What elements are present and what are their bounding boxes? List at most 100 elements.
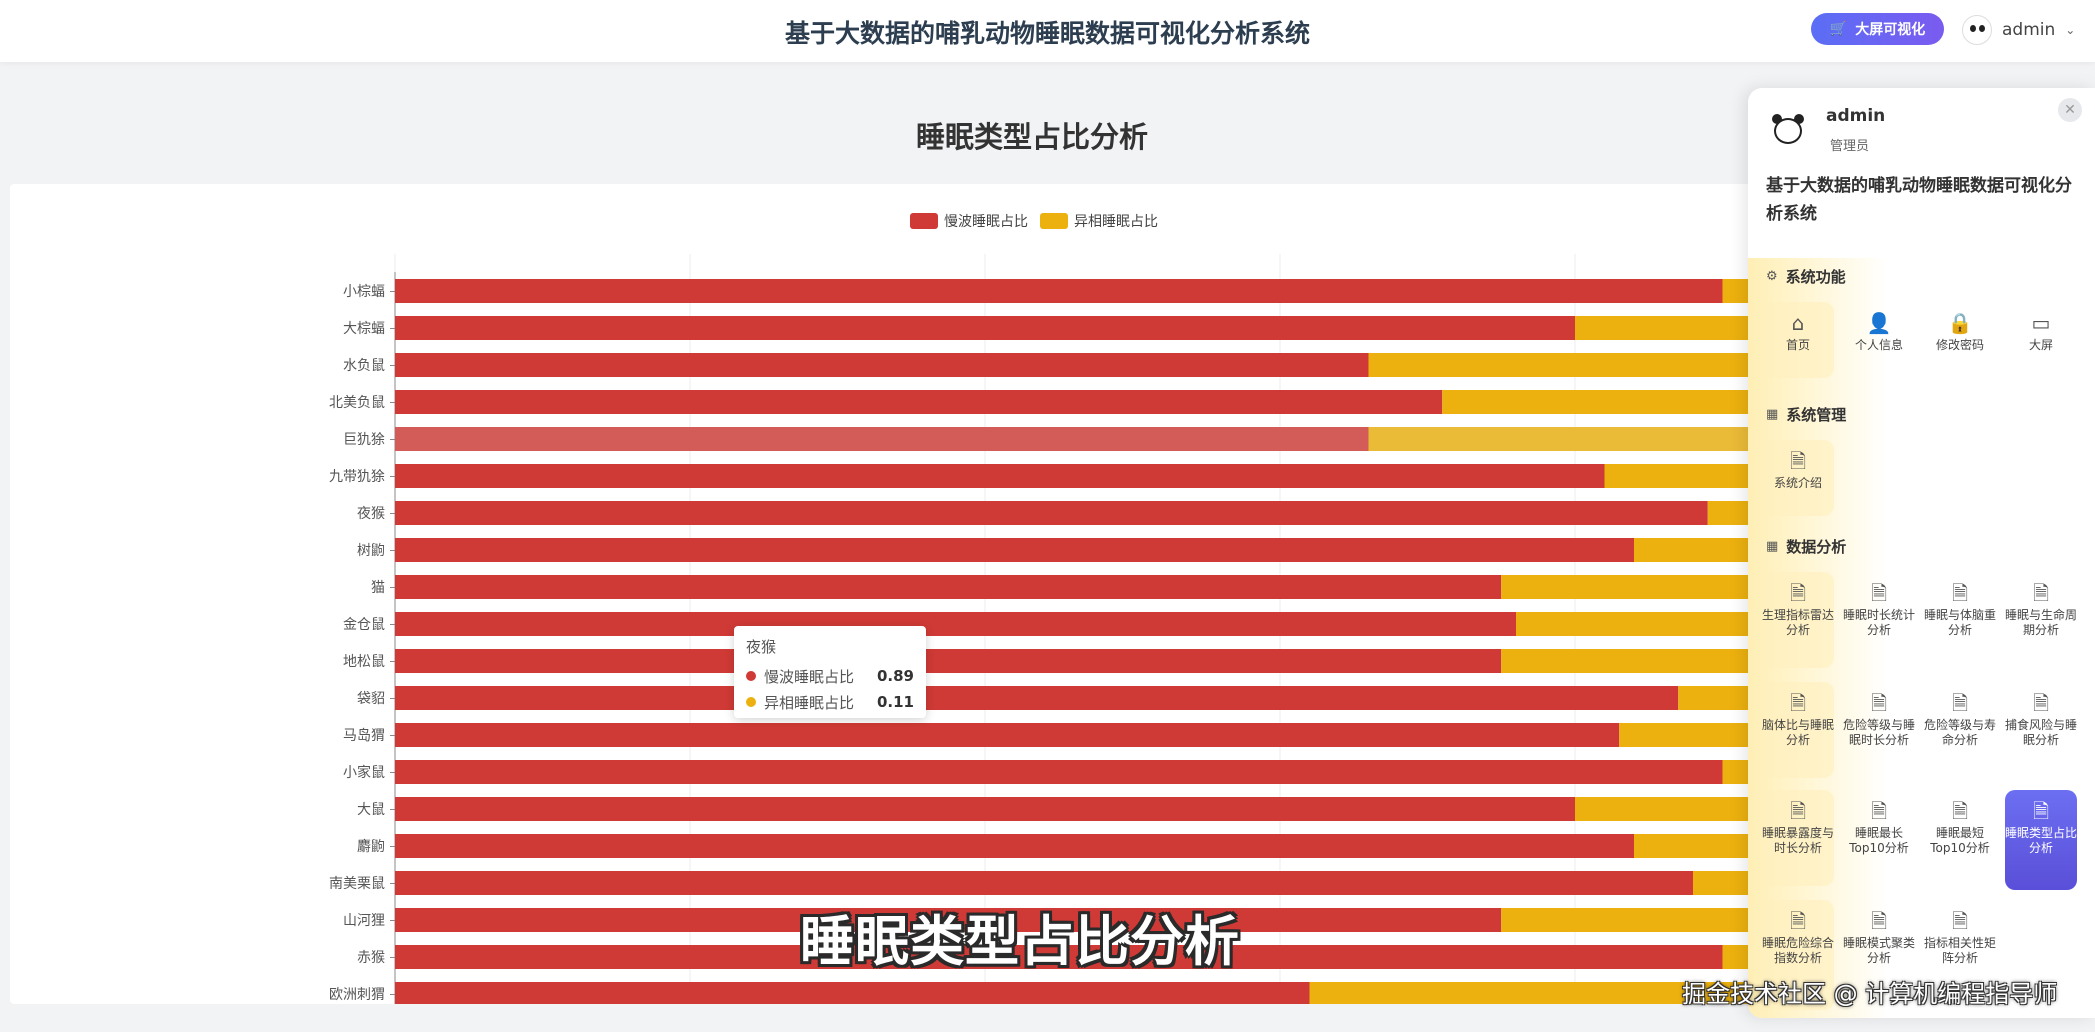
document-icon: 🗎 <box>2032 691 2050 715</box>
document-icon: 🗎 <box>1951 581 1969 605</box>
y-tick-label: 北美负鼠 <box>329 395 385 411</box>
nav-item-profile[interactable]: 👤 个人信息 <box>1843 302 1915 378</box>
nav-item-analysis-11[interactable]: 🗎 睡眠最短Top10分析 <box>1924 790 1996 886</box>
bar-segment-slow-wave[interactable] <box>395 464 1605 488</box>
chart-legend: 慢波睡眠占比 异相睡眠占比 <box>910 211 1158 231</box>
lock-icon: 🔒 <box>1947 311 1973 335</box>
nav-item-system-intro[interactable]: 🗎 系统介绍 <box>1762 440 1834 516</box>
nav-item-analysis-10[interactable]: 🗎 睡眠最长Top10分析 <box>1843 790 1915 886</box>
y-tick-label: 山河狸 <box>343 913 385 929</box>
user-icon: 👤 <box>1866 311 1892 335</box>
nav-label: 睡眠与生命周期分析 <box>2005 608 2078 637</box>
y-tick-label: 九带犰狳 <box>329 469 385 485</box>
bar-segment-slow-wave[interactable] <box>395 760 1723 784</box>
tooltip-row: 慢波睡眠占比 0.89 <box>746 663 914 689</box>
avatar <box>1770 110 1806 150</box>
nav-item-change-password[interactable]: 🔒 修改密码 <box>1924 302 1996 378</box>
y-tick-label: 南美栗鼠 <box>329 876 385 892</box>
bar-segment-slow-wave[interactable] <box>395 501 1708 525</box>
legend-item-slow-wave[interactable]: 慢波睡眠占比 <box>910 211 1028 231</box>
chart-tooltip: 夜猴 慢波睡眠占比 0.89 异相睡眠占比 0.11 <box>734 626 926 718</box>
bar-segment-slow-wave[interactable] <box>395 723 1620 747</box>
document-icon: 🗎 <box>1870 799 1888 823</box>
nav-item-analysis-5[interactable]: 🗎 脑体比与睡眠分析 <box>1762 682 1834 778</box>
y-tick-label: 巨犰狳 <box>343 432 385 448</box>
section-label: 系统功能 <box>1785 268 1846 286</box>
side-navigation-panel: ✕ admin 管理员 基于大数据的哺乳动物睡眠数据可视化分析系统 ⚙ 系统功能… <box>1748 88 2095 1018</box>
bar-segment-slow-wave[interactable] <box>395 797 1575 821</box>
panel-user-name: admin <box>1826 106 1886 126</box>
y-tick-label: 马岛猬 <box>343 728 385 744</box>
user-menu[interactable]: admin ⌄ <box>1962 12 2075 48</box>
nav-label: 个人信息 <box>1854 338 1903 352</box>
document-icon: 🗎 <box>2032 581 2050 605</box>
document-icon: 🗎 <box>1789 449 1807 473</box>
document-icon: 🗎 <box>1951 799 1969 823</box>
bar-segment-slow-wave[interactable] <box>395 982 1310 1004</box>
bar-segment-slow-wave[interactable] <box>395 390 1443 414</box>
section-label: 数据分析 <box>1786 538 1847 556</box>
tooltip-dot <box>746 697 756 707</box>
watermark: 掘金技术社区 @ 计算机编程指导师 <box>1682 980 2058 1008</box>
nav-label: 睡眠时长统计分析 <box>1843 608 1916 637</box>
bar-segment-slow-wave[interactable] <box>395 871 1693 895</box>
bar-segment-slow-wave[interactable] <box>395 427 1369 451</box>
nav-item-analysis-6[interactable]: 🗎 危险等级与睡眠时长分析 <box>1843 682 1915 778</box>
nav-item-big-screen[interactable]: ▭ 大屏 <box>2005 302 2077 378</box>
nav-item-analysis-9[interactable]: 🗎 睡眠暴露度与时长分析 <box>1762 790 1834 886</box>
document-icon: 🗎 <box>1789 691 1807 715</box>
nav-label: 危险等级与寿命分析 <box>1924 718 1997 747</box>
bar-segment-slow-wave[interactable] <box>395 353 1369 377</box>
nav-item-sleep-type-ratio[interactable]: 🗎 睡眠类型占比分析 <box>2005 790 2077 890</box>
bar-segment-slow-wave[interactable] <box>395 575 1502 599</box>
y-tick-label: 大鼠 <box>357 802 385 818</box>
nav-label: 生理指标雷达分析 <box>1762 608 1835 637</box>
nav-label: 修改密码 <box>1935 338 1984 352</box>
bar-segment-slow-wave[interactable] <box>395 538 1634 562</box>
y-tick-label: 小家鼠 <box>343 764 385 781</box>
close-icon[interactable]: ✕ <box>2058 98 2082 122</box>
document-icon: 🗎 <box>1870 691 1888 715</box>
bigscreen-button[interactable]: 🛒 大屏可视化 <box>1811 13 1944 45</box>
document-icon: 🗎 <box>1951 909 1969 933</box>
nav-label: 睡眠最长Top10分析 <box>1849 826 1909 855</box>
bar-segment-slow-wave[interactable] <box>395 686 1679 710</box>
y-tick-label: 袋貂 <box>357 691 385 707</box>
panel-user-role: 管理员 <box>1830 139 1870 154</box>
nav-item-analysis-2[interactable]: 🗎 睡眠时长统计分析 <box>1843 572 1915 668</box>
tooltip-title: 夜猴 <box>746 638 777 656</box>
nav-label: 危险等级与睡眠时长分析 <box>1843 718 1916 747</box>
nav-item-analysis-8[interactable]: 🗎 捕食风险与睡眠分析 <box>2005 682 2077 778</box>
avatar <box>1962 15 1992 45</box>
tooltip-label: 慢波睡眠占比 <box>764 667 855 686</box>
tooltip-label: 异相睡眠占比 <box>764 693 855 712</box>
nav-item-analysis-7[interactable]: 🗎 危险等级与寿命分析 <box>1924 682 1996 778</box>
legend-swatch <box>1040 213 1068 229</box>
nav-item-analysis-1[interactable]: 🗎 生理指标雷达分析 <box>1762 572 1834 668</box>
y-tick-label: 地松鼠 <box>343 654 385 670</box>
screen-icon: ▭ <box>2031 311 2051 335</box>
bar-segment-slow-wave[interactable] <box>395 649 1502 673</box>
bar-segment-slow-wave[interactable] <box>395 834 1634 858</box>
user-name: admin <box>2002 20 2056 40</box>
section-label: 系统管理 <box>1786 406 1847 424</box>
bar-segment-slow-wave[interactable] <box>395 612 1516 636</box>
chevron-down-icon: ⌄ <box>2065 23 2076 37</box>
tooltip-value: 0.89 <box>876 667 914 685</box>
bar-segment-slow-wave[interactable] <box>395 279 1723 303</box>
gear-icon: ⚙ <box>1766 269 1778 284</box>
tooltip-dot <box>746 671 756 681</box>
y-tick-label: 夜猴 <box>357 506 385 522</box>
y-tick-label: 金仓鼠 <box>343 617 385 633</box>
y-tick-label: 大棕蝠 <box>343 321 385 337</box>
nav-item-analysis-4[interactable]: 🗎 睡眠与生命周期分析 <box>2005 572 2077 668</box>
nav-item-home[interactable]: ⌂ 首页 <box>1762 302 1834 378</box>
nav-item-analysis-3[interactable]: 🗎 睡眠与体脑重分析 <box>1924 572 1996 668</box>
nav-label: 脑体比与睡眠分析 <box>1762 718 1835 747</box>
section-title-system-management: ▦ 系统管理 <box>1766 404 1846 425</box>
y-tick-label: 麝鼩 <box>357 839 385 855</box>
y-tick-label: 猫 <box>371 580 385 596</box>
bar-segment-slow-wave[interactable] <box>395 316 1575 340</box>
document-icon: 🗎 <box>1870 909 1888 933</box>
legend-item-paradoxical[interactable]: 异相睡眠占比 <box>1040 211 1158 231</box>
